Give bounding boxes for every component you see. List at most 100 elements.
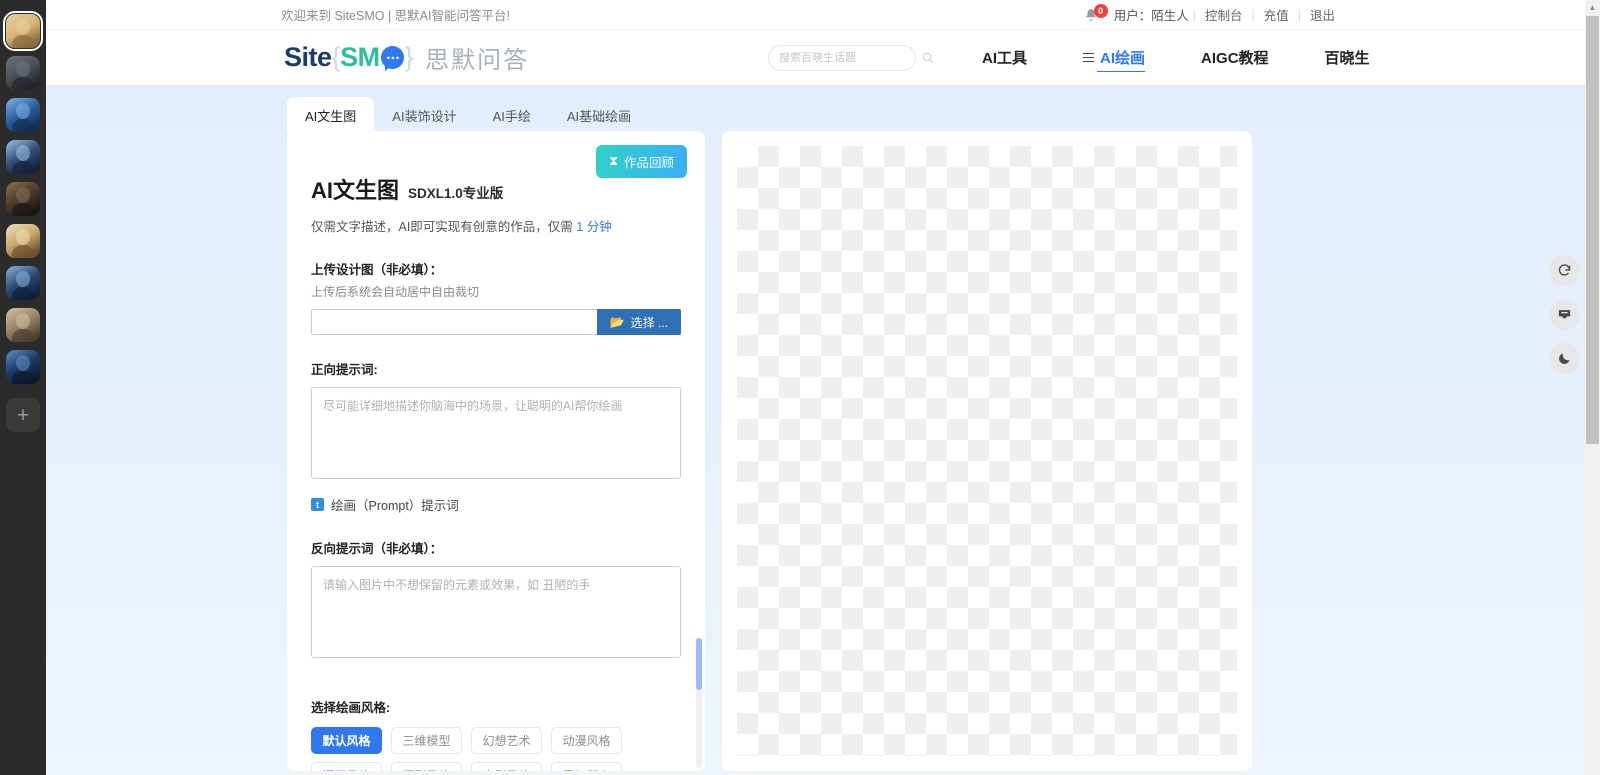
positive-prompt-input[interactable] [311, 387, 681, 479]
avatar [6, 266, 40, 300]
console-link[interactable]: 控制台 [1196, 5, 1252, 24]
nav-label: AI工具 [982, 50, 1028, 67]
style-option-grid: 默认风格 三维模型 幻想艺术 动漫风格漫画风格 摄影风格 电影风格 霓虹朋克 [311, 727, 681, 771]
dock-item-5[interactable] [6, 182, 40, 216]
style-chip-2[interactable]: 三维模型 [391, 727, 462, 754]
file-input-row: 📂 选择 ... [311, 309, 681, 335]
dock-item-6[interactable] [6, 224, 40, 258]
avatar [6, 308, 40, 342]
site-logo[interactable]: Site { SM } 思默问答 [284, 40, 529, 75]
search-input[interactable] [779, 51, 921, 64]
main-nav: AI工具 AI绘画 AIGC教程 百晓生 [768, 43, 1398, 72]
notification-bell[interactable]: 0 [1084, 3, 1108, 22]
description-highlight: 1 分钟 [576, 220, 612, 234]
positive-prompt-field: 正向提示词: [311, 359, 681, 484]
file-path-input[interactable] [311, 309, 597, 335]
panel-description: 仅需文字描述，AI即可实现有创意的作品，仅需 1 分钟 [311, 216, 681, 235]
style-chip-3[interactable]: 幻想艺术 [471, 727, 542, 754]
avatar [6, 56, 40, 90]
nav-item-ai-tools[interactable]: AI工具 [982, 43, 1027, 72]
logo-mark: Site { SM } [284, 42, 414, 73]
logo-brace-right: } [404, 42, 414, 72]
transparent-canvas-placeholder [737, 146, 1237, 756]
style-chip-7[interactable]: 电影风格 [471, 762, 542, 771]
avatar [6, 14, 40, 48]
avatar [6, 224, 40, 258]
active-underline [1097, 70, 1146, 72]
dock-item-2[interactable] [6, 56, 40, 90]
logo-sm-text: SM [340, 42, 380, 72]
style-chip-label: 电影风格 [482, 767, 530, 771]
tab-ai-text-to-image[interactable]: AI文生图 [287, 97, 375, 134]
dock-item-1[interactable] [3, 11, 43, 51]
browser-page: 欢迎来到 SiteSMO | 思默AI智能问答平台! 0 用户：陌生人 | 控制… [46, 0, 1600, 775]
generation-form-panel: ⧗ 作品回顾 AI文生图 SDXL1.0专业版 仅需文字描述，AI即可实现有创意… [287, 131, 705, 771]
positive-prompt-label: 正向提示词: [311, 363, 378, 377]
prompt-guide-label: 绘画（Prompt）提示词 [331, 499, 459, 513]
welcome-text: 欢迎来到 SiteSMO | 思默AI智能问答平台! [281, 9, 510, 23]
choose-file-label: 选择 ... [630, 315, 668, 330]
recharge-link[interactable]: 充值 [1255, 5, 1298, 24]
logout-link[interactable]: 退出 [1301, 5, 1344, 24]
negative-prompt-label: 反向提示词（非必填）： [311, 542, 443, 556]
dock-item-3[interactable] [6, 98, 40, 132]
logo-chinese-name: 思默问答 [425, 47, 530, 74]
tab-ai-basic-drawing[interactable]: AI基础绘画 [549, 97, 649, 134]
browser-scrollbar[interactable]: ▲ [1585, 0, 1600, 775]
style-chip-label: 动漫风格 [562, 734, 611, 748]
choose-file-button[interactable]: 📂 选择 ... [596, 309, 681, 335]
upload-label: 上传设计图（非必填）： [311, 263, 443, 277]
style-chip-6[interactable]: 摄影风格 [391, 762, 462, 771]
nav-label: AIGC教程 [1201, 50, 1269, 67]
style-section-label: 选择绘画风格: [311, 701, 391, 715]
form-panel-scrollbar[interactable] [696, 638, 702, 768]
tab-ai-decoration-design[interactable]: AI装饰设计 [374, 97, 474, 134]
nav-item-aigc-tutorial[interactable]: AIGC教程 [1201, 43, 1269, 72]
avatar [6, 350, 40, 384]
style-chip-5[interactable]: 漫画风格 [311, 762, 382, 771]
browser-scrollbar-thumb[interactable] [1586, 16, 1599, 444]
scrollbar-up-arrow[interactable]: ▲ [1585, 0, 1600, 15]
dock-item-8[interactable] [6, 308, 40, 342]
hourglass-icon: ⧗ [609, 154, 618, 168]
negative-prompt-field: 反向提示词（非必填）： [311, 538, 681, 663]
nav-item-ai-drawing[interactable]: AI绘画 [1083, 43, 1146, 72]
announcement-bar: 欢迎来到 SiteSMO | 思默AI智能问答平台! 0 用户：陌生人 | 控制… [46, 0, 1600, 30]
dock-item-4[interactable] [6, 140, 40, 174]
notification-badge: 0 [1093, 3, 1108, 18]
prompt-guide-icon: t [311, 498, 324, 511]
style-chip-4[interactable]: 动漫风格 [551, 727, 622, 754]
account-menu: 0 用户：陌生人 | 控制台 | 充值 | 退出 [1084, 3, 1344, 24]
nav-item-baixiaosheng[interactable]: 百晓生 [1325, 43, 1370, 72]
search-icon [922, 52, 934, 64]
feedback-inbox-icon [1558, 310, 1571, 319]
style-chip-8[interactable]: 霓虹朋克 [551, 762, 622, 771]
hamburger-menu-icon [1083, 52, 1095, 63]
site-header: Site { SM } 思默问答 AI工具 [46, 30, 1600, 85]
dock-add-button[interactable]: + [6, 398, 40, 432]
avatar [6, 140, 40, 174]
avatar [6, 98, 40, 132]
app-screen: + 欢迎来到 SiteSMO | 思默AI智能问答平台! 0 用户：陌生人 | … [0, 0, 1600, 775]
dark-mode-toggle[interactable] [1549, 343, 1580, 374]
prompt-guide-link[interactable]: t 绘画（Prompt）提示词 [311, 495, 681, 514]
folder-icon: 📂 [609, 315, 625, 329]
logo-site-text: Site [284, 42, 332, 72]
form-panel-scrollbar-thumb[interactable] [696, 638, 702, 690]
app-dock-sidebar: + [0, 0, 46, 775]
feedback-button[interactable] [1549, 299, 1580, 330]
page-title: AI文生图 [311, 178, 400, 203]
style-chip-1[interactable]: 默认风格 [311, 727, 382, 754]
search-box[interactable] [768, 44, 934, 71]
style-chip-label: 霓虹朋克 [562, 767, 610, 771]
refresh-button[interactable] [1549, 255, 1580, 286]
page-content: AI文生图 AI装饰设计 AI手绘 AI基础绘画 ⧗ 作品回顾 AI文生图 SD… [46, 85, 1600, 775]
dock-item-9[interactable] [6, 350, 40, 384]
negative-prompt-input[interactable] [311, 566, 681, 658]
tab-bar: AI文生图 AI装饰设计 AI手绘 AI基础绘画 [287, 97, 649, 134]
style-chip-label: 三维模型 [402, 734, 451, 748]
dock-item-7[interactable] [6, 266, 40, 300]
description-text: 仅需文字描述，AI即可实现有创意的作品，仅需 [311, 220, 577, 234]
tab-ai-hand-drawing[interactable]: AI手绘 [475, 97, 549, 134]
works-review-button[interactable]: ⧗ 作品回顾 [596, 145, 687, 178]
